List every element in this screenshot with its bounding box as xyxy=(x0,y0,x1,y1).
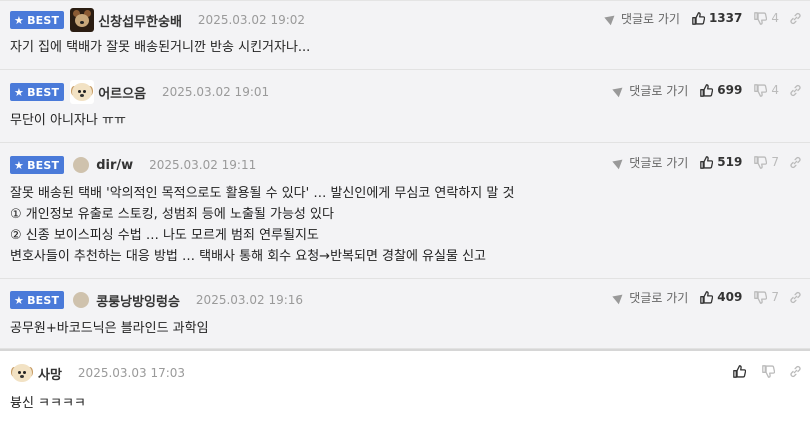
downvote-count: 7 xyxy=(771,155,779,169)
comment-text-line: 공무원+바코드닉은 블라인드 과학임 xyxy=(10,321,209,336)
comment-actions: 댓글로 가기 519 7 xyxy=(612,151,802,173)
upvote-count: 699 xyxy=(717,83,743,97)
downvote-button[interactable]: 7 xyxy=(754,290,779,304)
send-icon xyxy=(612,83,626,97)
thumbs-up-icon xyxy=(733,364,746,378)
avatar[interactable] xyxy=(70,8,95,32)
comment-header: ★ BEST 어르으음 2025.03.02 19:01 xyxy=(10,80,270,104)
comment-date: 2025.03.03 17:03 xyxy=(77,366,186,380)
avatar[interactable] xyxy=(73,157,90,173)
comment-actions: 댓글로 가기 1337 4 xyxy=(604,7,802,29)
upvote-button[interactable]: 699 xyxy=(700,83,742,97)
comment-date: 2025.03.02 19:16 xyxy=(195,293,304,307)
go-to-reply-link[interactable]: 댓글로 가기 xyxy=(612,289,688,306)
comment-body: 자기 집에 택배가 잘못 배송된거니깐 반송 시킨거자나... xyxy=(10,37,310,58)
downvote-button[interactable]: 4 xyxy=(754,83,779,97)
go-to-reply-link[interactable]: 댓글로 가기 xyxy=(612,82,688,99)
nickname[interactable]: dir/w xyxy=(96,158,133,173)
best-badge: ★ BEST xyxy=(10,156,65,174)
comment-body: 공무원+바코드닉은 블라인드 과학임 xyxy=(10,318,209,339)
comment-text-line: 변호사들이 추천하는 대응 방법 … 택배사 통해 회수 요청→반복되면 경찰에… xyxy=(10,249,486,264)
downvote-count: 4 xyxy=(771,11,779,25)
send-icon xyxy=(612,290,626,304)
comment-text-line: ② 신종 보이스피싱 수법 … 나도 모르게 범죄 연루될지도 xyxy=(10,228,319,243)
comment-actions: 댓글로 가기 409 7 xyxy=(612,286,802,308)
comment-header: ★ BEST dir/w 2025.03.02 19:11 xyxy=(10,154,256,176)
send-icon xyxy=(612,155,626,169)
comment-body: 무단이 아니자나 ㅠㅠ xyxy=(10,110,126,131)
comment-text-line: 자기 집에 택배가 잘못 배송된거니깐 반송 시킨거자나... xyxy=(10,40,311,55)
comment-header: 사망 2025.03.03 17:03 xyxy=(10,361,186,385)
star-icon: ★ xyxy=(14,13,25,27)
nickname[interactable]: 콩룽낭방잉렁승 xyxy=(96,291,180,310)
comment-body: 븅신 ㅋㅋㅋㅋ xyxy=(10,393,86,414)
upvote-count: 409 xyxy=(717,290,743,304)
comment-date: 2025.03.02 19:01 xyxy=(162,85,270,99)
upvote-button[interactable]: 1337 xyxy=(692,11,742,25)
comment-text-line: 무단이 아니자나 ㅠㅠ xyxy=(10,113,126,128)
link-icon[interactable] xyxy=(789,12,802,25)
comment-item: 사망 2025.03.03 17:03 븅신 ㅋㅋㅋㅋ xyxy=(0,349,810,425)
avatar[interactable] xyxy=(73,292,90,308)
link-icon[interactable] xyxy=(789,84,802,97)
nickname[interactable]: 어르으음 xyxy=(98,83,146,102)
upvote-count: 519 xyxy=(717,155,743,169)
comment-date: 2025.03.02 19:02 xyxy=(197,13,306,27)
downvote-button[interactable]: 7 xyxy=(754,155,779,169)
thumbs-down-icon xyxy=(754,290,768,304)
upvote-button[interactable]: 409 xyxy=(700,290,742,304)
downvote-button[interactable] xyxy=(762,364,779,378)
comment-list: ★ BEST 신창섭무한숭배 2025.03.02 19:02 댓글로 가기 13… xyxy=(0,0,810,425)
comment-header: ★ BEST 신창섭무한숭배 2025.03.02 19:02 xyxy=(10,8,306,32)
comment-actions xyxy=(733,360,802,382)
comment-text-line: ① 개인정보 유출로 스토킹, 성범죄 등에 노출될 가능성 있다 xyxy=(10,207,334,222)
comment-item: ★ BEST 어르으음 2025.03.02 19:01 댓글로 가기 699 4… xyxy=(0,70,810,143)
link-icon[interactable] xyxy=(789,291,802,304)
comment-item: ★ BEST dir/w 2025.03.02 19:11 댓글로 가기 519 … xyxy=(0,143,810,279)
best-badge: ★ BEST xyxy=(10,83,65,101)
thumbs-down-icon xyxy=(754,155,768,169)
thumbs-up-icon xyxy=(692,11,705,25)
downvote-count: 7 xyxy=(771,290,779,304)
upvote-button[interactable] xyxy=(733,364,750,378)
thumbs-up-icon xyxy=(700,290,714,304)
downvote-count: 4 xyxy=(771,83,779,97)
comment-body: 잘못 배송된 택배 '악의적인 목적으로도 활용될 수 있다' … 발신인에게 … xyxy=(10,183,514,267)
thumbs-down-icon xyxy=(762,364,775,378)
comment-text-line: 잘못 배송된 택배 '악의적인 목적으로도 활용될 수 있다' … 발신인에게 … xyxy=(10,186,515,201)
star-icon: ★ xyxy=(14,158,25,172)
link-icon[interactable] xyxy=(789,156,802,169)
link-icon[interactable] xyxy=(789,365,802,378)
comment-actions: 댓글로 가기 699 4 xyxy=(612,79,802,101)
downvote-button[interactable]: 4 xyxy=(754,11,779,25)
go-to-reply-link[interactable]: 댓글로 가기 xyxy=(612,154,688,171)
avatar[interactable] xyxy=(10,361,34,385)
star-icon: ★ xyxy=(14,85,25,99)
upvote-button[interactable]: 519 xyxy=(700,155,742,169)
best-badge: ★ BEST xyxy=(10,291,65,309)
send-icon xyxy=(604,11,618,25)
thumbs-up-icon xyxy=(700,83,714,97)
go-to-reply-link[interactable]: 댓글로 가기 xyxy=(604,10,680,27)
comment-item: ★ BEST 신창섭무한숭배 2025.03.02 19:02 댓글로 가기 13… xyxy=(0,1,810,70)
best-badge: ★ BEST xyxy=(10,11,65,29)
thumbs-up-icon xyxy=(700,155,714,169)
comment-item: ★ BEST 콩룽낭방잉렁승 2025.03.02 19:16 댓글로 가기 40… xyxy=(0,279,810,349)
thumbs-down-icon xyxy=(754,11,768,25)
avatar[interactable] xyxy=(70,80,95,104)
thumbs-down-icon xyxy=(754,83,768,97)
comment-header: ★ BEST 콩룽낭방잉렁승 2025.03.02 19:16 xyxy=(10,289,303,311)
comment-text-line: 븅신 ㅋㅋㅋㅋ xyxy=(10,396,86,411)
nickname[interactable]: 신창섭무한숭배 xyxy=(98,11,182,30)
nickname[interactable]: 사망 xyxy=(38,364,62,383)
comment-date: 2025.03.02 19:11 xyxy=(149,158,257,172)
star-icon: ★ xyxy=(14,293,25,307)
upvote-count: 1337 xyxy=(708,11,743,25)
